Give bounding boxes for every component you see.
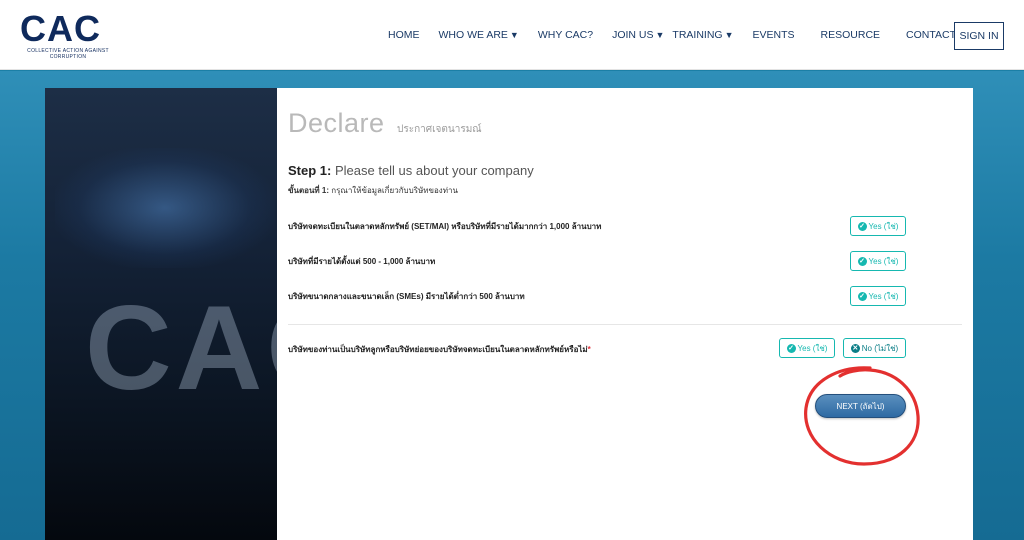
yes-button-subsidiary[interactable]: ✓ Yes (ใช่) xyxy=(779,338,835,358)
nav-events[interactable]: EVENTS xyxy=(753,29,795,41)
nav-events-label: EVENTS xyxy=(752,29,795,41)
logo-subtitle: COLLECTIVE ACTION AGAINST CORRUPTION xyxy=(27,48,109,60)
nav-resource[interactable]: RESOURCE xyxy=(821,29,881,41)
nav-why-cac[interactable]: WHY CAC? xyxy=(538,29,593,41)
nav-join-us-label: JOIN US xyxy=(612,29,654,41)
declare-form-panel: Declare ประกาศเจตนารมณ์ Step 1: Please t… xyxy=(277,88,973,540)
yes-label: Yes (ใช่) xyxy=(868,221,899,231)
annotation-circle xyxy=(804,366,920,466)
yes-label: Yes (ใช่) xyxy=(868,291,899,301)
step-text: Please tell us about your company xyxy=(334,163,534,178)
page-title-thai: ประกาศเจตนารมณ์ xyxy=(397,124,482,135)
step-thai-text: กรุณาให้ข้อมูลเกี่ยวกับบริษัทของท่าน xyxy=(331,186,458,195)
nav-who-we-are[interactable]: WHO WE ARE ▼ xyxy=(439,29,519,41)
yes-button-q1[interactable]: ✓ Yes (ใช่) xyxy=(850,216,906,236)
dropdown-caret-icon: ▼ xyxy=(724,30,734,40)
nav-training-label: TRAINING xyxy=(672,29,723,41)
nav-who-we-are-label: WHO WE ARE xyxy=(438,29,508,41)
yes-label: Yes (ใช่) xyxy=(797,343,828,353)
section-divider xyxy=(288,324,962,325)
check-circle-icon: ✓ xyxy=(857,221,867,231)
check-circle-icon: ✓ xyxy=(857,291,867,301)
step-heading: Step 1: Please tell us about your compan… xyxy=(288,163,534,178)
step-label: Step 1: xyxy=(288,163,332,178)
form-title-row: Declare ประกาศเจตนารมณ์ xyxy=(288,108,482,139)
nav-home[interactable]: HOME xyxy=(388,29,420,41)
page-title: Declare xyxy=(288,108,385,138)
hero-glow xyxy=(55,148,275,268)
no-label: No (ไม่ใช่) xyxy=(861,343,899,353)
step-thai-label: ขั้นตอนที่ 1: xyxy=(288,186,330,195)
check-circle-icon: ✓ xyxy=(857,256,867,266)
required-marker: * xyxy=(587,345,591,354)
nav-contact-label: CONTACT xyxy=(906,29,957,41)
hero-logo-text: CAC xyxy=(85,281,277,415)
nav-why-cac-label: WHY CAC? xyxy=(537,29,594,41)
cac-logo[interactable]: CAC COLLECTIVE ACTION AGAINST CORRUPTION xyxy=(20,10,116,62)
nav-training[interactable]: TRAINING ▼ xyxy=(672,29,733,41)
question-set-mai: บริษัทจดทะเบียนในตลาดหลักทรัพย์ (SET/MAI… xyxy=(288,222,602,231)
hero-image: CAC xyxy=(45,88,277,540)
x-circle-icon: ✕ xyxy=(850,343,860,353)
yes-button-q2[interactable]: ✓ Yes (ใช่) xyxy=(850,251,906,271)
question-revenue-500-1000: บริษัทที่มีรายได้ตั้งแต่ 500 - 1,000 ล้า… xyxy=(288,257,436,266)
check-circle-icon: ✓ xyxy=(786,343,796,353)
logo-text: CAC xyxy=(20,8,101,49)
no-button-subsidiary[interactable]: ✕ No (ไม่ใช่) xyxy=(843,338,906,358)
dropdown-caret-icon: ▼ xyxy=(655,30,665,40)
step-heading-thai: ขั้นตอนที่ 1: กรุณาให้ข้อมูลเกี่ยวกับบริ… xyxy=(288,184,458,197)
dropdown-caret-icon: ▼ xyxy=(509,30,519,40)
sign-in-button[interactable]: SIGN IN xyxy=(954,22,1004,50)
yes-label: Yes (ใช่) xyxy=(868,256,899,266)
site-header: CAC COLLECTIVE ACTION AGAINST CORRUPTION… xyxy=(0,0,1024,70)
nav-home-label: HOME xyxy=(388,29,420,41)
nav-resource-label: RESOURCE xyxy=(820,29,881,41)
nav-contact[interactable]: CONTACT xyxy=(906,29,956,41)
question-smes: บริษัทขนาดกลางและขนาดเล็ก (SMEs) มีรายได… xyxy=(288,292,525,301)
question-subsidiary-text: บริษัทของท่านเป็นบริษัทลูกหรือบริษัทย่อย… xyxy=(288,345,588,354)
yes-button-q3[interactable]: ✓ Yes (ใช่) xyxy=(850,286,906,306)
question-subsidiary: บริษัทของท่านเป็นบริษัทลูกหรือบริษัทย่อย… xyxy=(288,343,591,356)
nav-join-us[interactable]: JOIN US ▼ xyxy=(612,29,664,41)
main-nav: HOME WHO WE ARE ▼ WHY CAC? JOIN US ▼ TRAIN… xyxy=(388,0,975,70)
